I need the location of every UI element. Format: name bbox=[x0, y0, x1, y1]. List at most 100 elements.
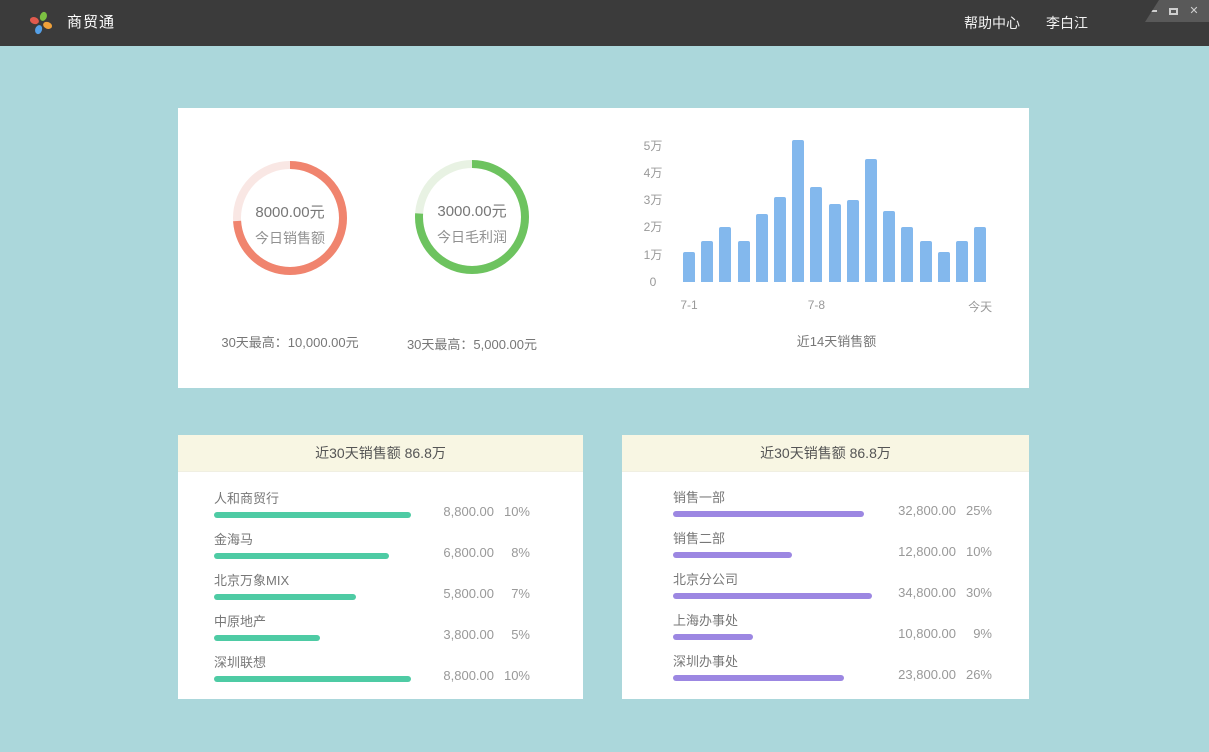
y-tick-label: 5万 bbox=[640, 139, 666, 153]
item-bar bbox=[214, 553, 411, 559]
app-title: 商贸通 bbox=[67, 0, 115, 46]
titlebar: 商贸通 帮助中心 李白江 ✕ bbox=[0, 0, 1209, 46]
item-amount: 8,800.00 bbox=[398, 669, 494, 683]
user-menu[interactable]: 李白江 bbox=[1046, 13, 1088, 33]
maximize-icon bbox=[1169, 8, 1178, 15]
top-customers-card: 近30天销售额 86.8万 人和商贸行8,800.0010% 金海马6,800.0… bbox=[178, 435, 583, 699]
y-tick-label: 1万 bbox=[640, 248, 666, 262]
item-value: 8,800.0010% bbox=[398, 505, 530, 519]
item-bar-fill bbox=[673, 634, 753, 640]
item-bar bbox=[214, 635, 411, 641]
item-amount: 23,800.00 bbox=[860, 668, 956, 682]
item-amount: 5,800.00 bbox=[398, 587, 494, 601]
list-item: 北京分公司34,800.0030% bbox=[673, 573, 992, 599]
top-customers-list: 人和商贸行8,800.0010% 金海马6,800.008% 北京万象MIX5,80… bbox=[178, 472, 583, 682]
sales-bars bbox=[683, 108, 1003, 282]
window-controls: ✕ bbox=[1145, 0, 1209, 22]
sales-bar bbox=[683, 252, 695, 282]
sales-bar bbox=[719, 227, 731, 282]
list-item: 中原地产3,800.005% bbox=[214, 615, 530, 641]
close-button[interactable]: ✕ bbox=[1188, 5, 1200, 17]
y-tick-label: 0 bbox=[640, 275, 666, 289]
item-bar-fill bbox=[214, 512, 411, 518]
item-bar-fill bbox=[214, 676, 411, 682]
item-amount: 6,800.00 bbox=[398, 546, 494, 560]
item-bar bbox=[673, 511, 872, 517]
item-bar-fill bbox=[673, 675, 844, 681]
x-tick-label: 7-1 bbox=[659, 298, 719, 312]
sales-bar bbox=[865, 159, 877, 282]
titlebar-menu: 帮助中心 李白江 bbox=[964, 0, 1088, 46]
sales-bar bbox=[701, 241, 713, 282]
item-value: 3,800.005% bbox=[398, 628, 530, 642]
sales-bar bbox=[810, 187, 822, 283]
sales-bar bbox=[974, 227, 986, 282]
help-center-link[interactable]: 帮助中心 bbox=[964, 13, 1020, 33]
item-value: 5,800.007% bbox=[398, 587, 530, 601]
top-departments-header: 近30天销售额 86.8万 bbox=[622, 435, 1029, 472]
minimize-button[interactable] bbox=[1146, 5, 1158, 17]
item-bar-fill bbox=[214, 594, 356, 600]
list-item: 人和商贸行8,800.0010% bbox=[214, 492, 530, 518]
close-icon: ✕ bbox=[1189, 6, 1198, 17]
item-value: 12,800.0010% bbox=[860, 545, 992, 559]
sales-bar bbox=[847, 200, 859, 282]
item-value: 32,800.0025% bbox=[860, 504, 992, 518]
item-bar bbox=[214, 676, 411, 682]
item-bar-fill bbox=[673, 593, 872, 599]
item-amount: 32,800.00 bbox=[860, 504, 956, 518]
item-value: 34,800.0030% bbox=[860, 586, 992, 600]
sales-bar bbox=[901, 227, 913, 282]
item-amount: 8,800.00 bbox=[398, 505, 494, 519]
item-amount: 3,800.00 bbox=[398, 628, 494, 642]
sales-bar bbox=[774, 197, 786, 282]
item-amount: 10,800.00 bbox=[860, 627, 956, 641]
item-bar bbox=[214, 512, 411, 518]
overview-card: 8000.00元 今日销售额 30天最高：10,000.00元 3000.00元… bbox=[178, 108, 1029, 388]
top-departments-card: 近30天销售额 86.8万 销售一部32,800.0025%销售二部12,800… bbox=[622, 435, 1029, 699]
sales-bar bbox=[756, 214, 768, 282]
top-departments-list: 销售一部32,800.0025%销售二部12,800.0010%北京分公司34,… bbox=[622, 472, 1029, 681]
item-bar-fill bbox=[214, 635, 320, 641]
list-item: 深圳联想8,800.0010% bbox=[214, 656, 530, 682]
item-percent: 9% bbox=[956, 627, 992, 641]
sales-bar bbox=[883, 211, 895, 282]
item-percent: 10% bbox=[956, 545, 992, 559]
item-percent: 26% bbox=[956, 668, 992, 682]
item-bar bbox=[673, 675, 872, 681]
sales-bar bbox=[792, 140, 804, 282]
item-bar bbox=[673, 593, 872, 599]
item-value: 8,800.0010% bbox=[398, 669, 530, 683]
chart-title: 近14天销售额 bbox=[683, 331, 990, 350]
list-item: 北京万象MIX5,800.007% bbox=[214, 574, 530, 600]
minimize-icon bbox=[1148, 10, 1157, 12]
list-item: 深圳办事处23,800.0026% bbox=[673, 655, 992, 681]
list-item: 金海马6,800.008% bbox=[214, 533, 530, 559]
app-window: 商贸通 帮助中心 李白江 ✕ 8000.00元 今日销售额 30天最高：10,0… bbox=[0, 0, 1209, 752]
sales-bar bbox=[829, 204, 841, 282]
item-amount: 34,800.00 bbox=[860, 586, 956, 600]
item-percent: 30% bbox=[956, 586, 992, 600]
sales-bar bbox=[920, 241, 932, 282]
list-item: 销售一部32,800.0025% bbox=[673, 491, 992, 517]
item-bar bbox=[214, 594, 411, 600]
maximize-button[interactable] bbox=[1167, 5, 1179, 17]
y-tick-label: 2万 bbox=[640, 220, 666, 234]
top-customers-header: 近30天销售额 86.8万 bbox=[178, 435, 583, 472]
item-bar bbox=[673, 552, 872, 558]
item-percent: 5% bbox=[494, 628, 530, 642]
item-value: 23,800.0026% bbox=[860, 668, 992, 682]
item-percent: 10% bbox=[494, 669, 530, 683]
item-value: 6,800.008% bbox=[398, 546, 530, 560]
item-bar-fill bbox=[673, 511, 864, 517]
item-percent: 10% bbox=[494, 505, 530, 519]
list-item: 上海办事处10,800.009% bbox=[673, 614, 992, 640]
x-tick-label: 今天 bbox=[950, 298, 1010, 315]
item-percent: 25% bbox=[956, 504, 992, 518]
pinwheel-logo-icon bbox=[28, 10, 54, 36]
sales-bar bbox=[956, 241, 968, 282]
sales-14d-chart: 5万4万3万2万1万0 7-17-8今天 近14天销售额 bbox=[178, 108, 1029, 388]
y-tick-label: 3万 bbox=[640, 193, 666, 207]
item-percent: 8% bbox=[494, 546, 530, 560]
item-bar bbox=[673, 634, 872, 640]
